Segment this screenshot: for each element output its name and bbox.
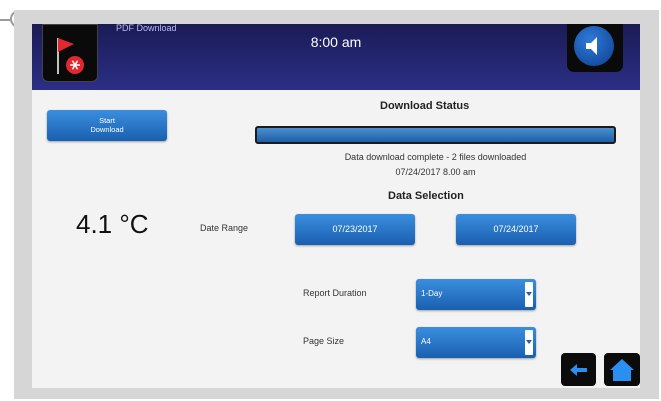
screen-subtitle: PDF Download: [116, 24, 177, 33]
download-status-title: Download Status: [380, 100, 470, 112]
speaker-icon: [574, 26, 614, 66]
home-button[interactable]: [604, 353, 640, 386]
device-frame: PDF Download 8:00 am Start Download Down…: [14, 10, 659, 399]
temperature-readout: 4.1 °C: [76, 209, 149, 239]
start-download-line1: Start: [99, 116, 115, 125]
report-duration-value: 1-Day: [421, 289, 443, 298]
data-selection-title: Data Selection: [388, 190, 464, 202]
home-icon: [610, 359, 634, 381]
date-range-label: Date Range: [200, 223, 249, 233]
sound-button[interactable]: [567, 24, 623, 72]
page-size-label: Page Size: [303, 336, 345, 346]
header-bar: PDF Download 8:00 am: [32, 24, 640, 90]
clock-time: 8:00 am: [310, 34, 362, 50]
start-download-button[interactable]: Start Download: [47, 110, 167, 141]
download-timestamp: 07/24/2017 8.00 am: [395, 167, 476, 177]
download-status-message: Data download complete - 2 files downloa…: [344, 152, 527, 162]
end-date-button[interactable]: 07/24/2017: [456, 214, 576, 245]
alarm-flag-button[interactable]: [42, 24, 98, 82]
page-size-value: A4: [421, 337, 431, 346]
start-download-line2: Download: [90, 125, 124, 134]
page-size-select[interactable]: A4: [416, 327, 536, 358]
chevron-down-icon: [525, 330, 533, 355]
report-duration-label: Report Duration: [303, 288, 367, 298]
report-duration-select[interactable]: 1-Day: [416, 279, 536, 310]
back-arrow-icon: [570, 364, 587, 376]
chevron-down-icon: [525, 282, 533, 307]
download-progress-bar: [255, 126, 616, 144]
touch-screen: PDF Download 8:00 am Start Download Down…: [32, 24, 640, 388]
back-button[interactable]: [561, 353, 596, 386]
snowflake-icon: [66, 56, 84, 74]
start-date-button[interactable]: 07/23/2017: [295, 214, 415, 245]
